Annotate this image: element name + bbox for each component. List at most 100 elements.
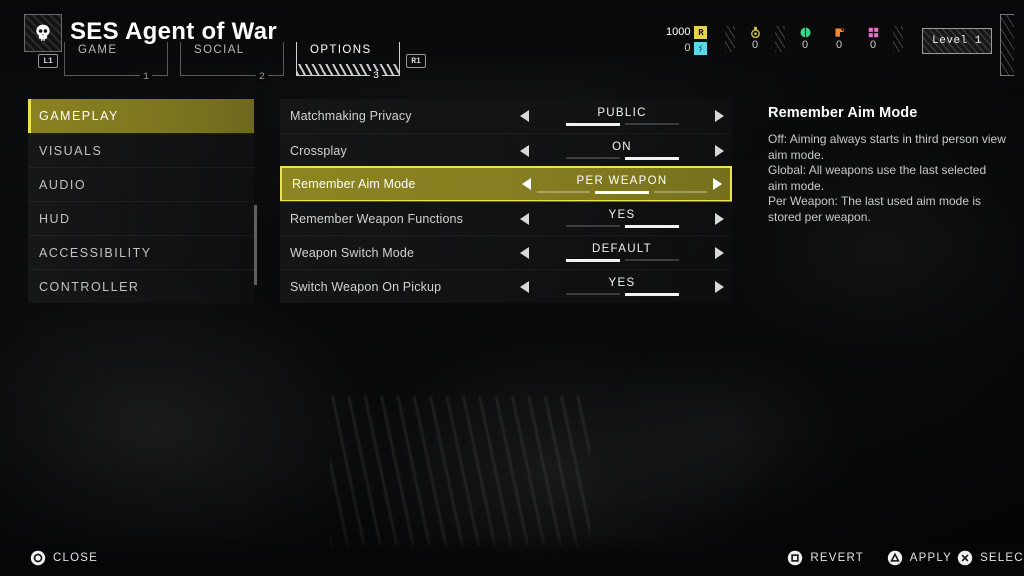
setting-label: Remember Weapon Functions: [290, 211, 464, 226]
sidebar-item-hud[interactable]: HUD: [28, 201, 254, 235]
tab-bar: L1 GAME 1 SOCIAL 2 OPTIONS 3 R1: [38, 42, 426, 83]
tab-social[interactable]: SOCIAL 2: [180, 42, 284, 83]
tab-number: 1: [139, 72, 152, 83]
prev-arrow-icon[interactable]: [520, 280, 529, 293]
sidebar-item-accessibility[interactable]: ACCESSIBILITY: [28, 235, 254, 269]
next-arrow-icon[interactable]: [715, 246, 724, 259]
resource-supersample-group: 0: [856, 26, 890, 52]
setting-control: PER WEAPON: [514, 168, 730, 200]
action-close[interactable]: CLOSE: [30, 550, 98, 566]
action-label: REVERT: [810, 552, 864, 564]
setting-label: Switch Weapon On Pickup: [290, 279, 442, 294]
setting-label: Remember Aim Mode: [292, 177, 416, 191]
tab-options[interactable]: OPTIONS 3: [296, 42, 400, 82]
segment-indicator: [565, 293, 620, 295]
prev-arrow-icon[interactable]: [520, 144, 529, 157]
setting-row-weapon-switch-mode[interactable]: Weapon Switch Mode DEFAULT: [280, 235, 732, 269]
setting-value: ON: [612, 141, 632, 153]
next-arrow-icon[interactable]: [715, 280, 724, 293]
segment-indicator: [537, 190, 591, 193]
sidebar-item-label: GAMEPLAY: [39, 109, 119, 123]
sidebar-item-label: VISUALS: [39, 143, 103, 158]
sidebar-scrollbar[interactable]: [254, 205, 257, 285]
setting-value: DEFAULT: [591, 243, 652, 255]
setting-control: ON: [512, 134, 732, 167]
setting-value-group: YES: [529, 209, 715, 228]
samples-common-icon: [694, 42, 708, 55]
action-apply[interactable]: APPLY: [887, 550, 952, 566]
tab-label: GAME: [78, 44, 118, 56]
action-label: SELECT: [980, 552, 1024, 564]
settings-category-sidebar: GAMEPLAY VISUALS AUDIO HUD ACCESSIBILITY…: [28, 99, 257, 303]
setting-value: YES: [608, 209, 636, 221]
resource-supercredit-group: 0: [788, 26, 822, 52]
super-credit-icon: [799, 27, 811, 38]
setting-row-remember-weapon-functions[interactable]: Remember Weapon Functions YES: [280, 201, 732, 235]
resource-value: 0: [801, 39, 809, 51]
header-edge-decoration: [1000, 14, 1014, 76]
segment-indicator: [653, 190, 707, 193]
next-arrow-icon[interactable]: [715, 110, 724, 122]
prev-arrow-icon[interactable]: [520, 212, 529, 225]
setting-label: Crossplay: [290, 143, 347, 158]
segment-indicator: [624, 259, 679, 261]
setting-value: YES: [608, 277, 636, 289]
setting-control: PUBLIC: [512, 99, 732, 133]
action-select[interactable]: SELECT: [957, 550, 1024, 566]
setting-value-group: PUBLIC: [529, 107, 715, 126]
action-revert[interactable]: REVERT: [787, 550, 864, 566]
tab-active-hatch: [297, 64, 399, 75]
action-label: APPLY: [909, 552, 952, 564]
setting-row-matchmaking-privacy[interactable]: Matchmaking Privacy PUBLIC: [280, 99, 732, 133]
resource-value: 0: [751, 39, 759, 51]
setting-segments: [535, 225, 709, 228]
setting-value: PER WEAPON: [576, 174, 668, 187]
resource-raresample-group: 0: [822, 26, 856, 52]
prev-arrow-icon[interactable]: [520, 246, 529, 259]
segment-indicator: [565, 259, 620, 262]
tab-label: SOCIAL: [194, 44, 245, 56]
next-arrow-icon[interactable]: [715, 144, 724, 157]
setting-control: YES: [512, 270, 732, 303]
sidebar-item-label: CONTROLLER: [39, 279, 140, 294]
segment-indicator: [595, 190, 649, 194]
segment-indicator: [565, 225, 620, 227]
square-button-icon: [788, 550, 803, 566]
resource-requisition-group: 1000 0 R: [666, 26, 722, 55]
tab-game[interactable]: GAME 1: [64, 42, 168, 83]
resource-bar: 1000 0 R 0 0 0 0: [666, 26, 906, 55]
requisition-slip-icon: R: [694, 26, 708, 39]
setting-value-group: ON: [529, 141, 715, 160]
sidebar-item-visuals[interactable]: VISUALS: [28, 133, 254, 167]
settings-list: Matchmaking Privacy PUBLIC Crossplay ON …: [280, 99, 732, 303]
setting-control: DEFAULT: [512, 236, 732, 269]
circle-button-icon: [30, 550, 46, 566]
sidebar-item-gameplay[interactable]: GAMEPLAY: [28, 99, 254, 133]
setting-row-remember-aim-mode[interactable]: Remember Aim Mode PER WEAPON: [280, 166, 732, 202]
segment-indicator: [624, 157, 679, 160]
next-arrow-icon[interactable]: [715, 212, 724, 225]
setting-label: Matchmaking Privacy: [290, 109, 412, 123]
resource-separator: [725, 26, 735, 52]
left-bumper-hint: L1: [38, 54, 58, 68]
prev-arrow-icon[interactable]: [522, 178, 531, 190]
sidebar-item-controller[interactable]: CONTROLLER: [28, 269, 254, 303]
skull-icon: [36, 24, 50, 41]
next-arrow-icon[interactable]: [713, 178, 722, 190]
sidebar-item-audio[interactable]: AUDIO: [28, 167, 254, 201]
level-badge: Level 1: [922, 28, 992, 54]
triangle-button-icon: [887, 550, 902, 566]
prev-arrow-icon[interactable]: [520, 110, 529, 122]
setting-row-switch-weapon-on-pickup[interactable]: Switch Weapon On Pickup YES: [280, 269, 732, 303]
setting-value-group: YES: [529, 277, 715, 296]
setting-segments: [535, 259, 709, 262]
top-bar: SES Agent of War L1 GAME 1 SOCIAL 2 OPTI…: [0, 0, 1024, 88]
resource-medal-group: 0: [738, 26, 772, 52]
setting-row-crossplay[interactable]: Crossplay ON: [280, 133, 732, 167]
setting-value-group: PER WEAPON: [531, 175, 713, 194]
setting-segments: [535, 293, 709, 296]
tab-number: 3: [369, 71, 382, 82]
sidebar-item-label: ACCESSIBILITY: [39, 245, 152, 260]
segment-indicator: [565, 157, 620, 159]
resource-value: 0: [869, 39, 877, 51]
